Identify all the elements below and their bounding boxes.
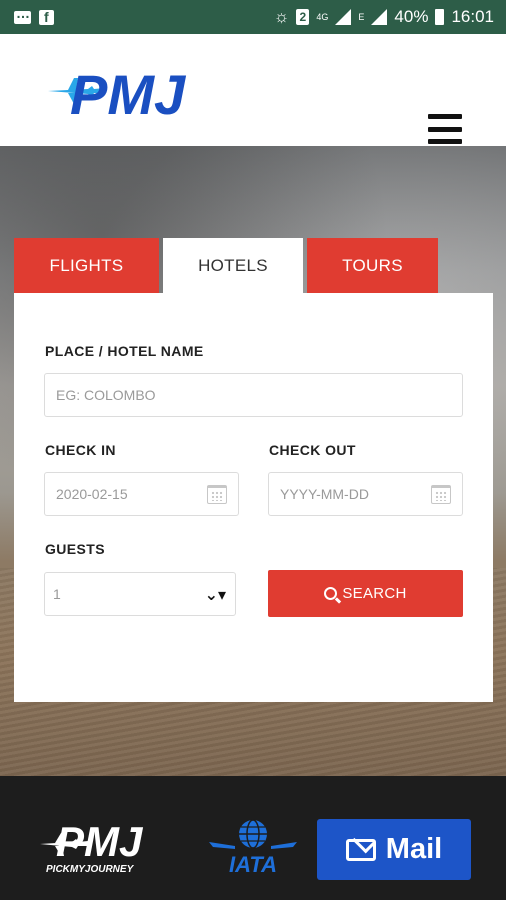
place-label: PLACE / HOTEL NAME [45,343,204,359]
mail-button[interactable]: Mail [317,819,471,880]
chat-notification-icon [14,5,31,24]
tab-flights-label: FLIGHTS [49,256,124,275]
pickmyjourney-logo[interactable]: PMJ PICKMYJOURNEY [40,814,160,874]
iata-logo: IATA [209,819,297,876]
guests-select[interactable]: 1 ⌄▾ [44,572,236,616]
battery-percent: 40% [394,7,429,26]
search-button-label: SEARCH [342,585,407,602]
checkin-value: 2020-02-15 [56,486,128,502]
battery-icon [435,9,445,25]
menu-icon[interactable] [428,114,462,144]
clock: 16:01 [451,7,494,26]
tab-tours[interactable]: TOURS [307,238,438,294]
roaming-label: E [358,12,365,22]
signal-strength-icon-2 [371,9,388,25]
tab-hotels[interactable]: HOTELS [163,238,303,294]
network-type-label: 4G [316,12,329,22]
calendar-icon[interactable] [431,485,451,504]
svg-text:PMJ: PMJ [70,63,187,124]
sim-icon: 2 [296,9,310,25]
checkout-placeholder: YYYY-MM-DD [280,486,369,502]
site-footer: PMJ PICKMYJOURNEY IATA Mail [0,776,506,900]
guests-label: GUESTS [45,541,105,557]
envelope-icon [345,838,376,861]
hotel-search-form: PLACE / HOTEL NAME EG: COLOMBO CHECK IN … [14,293,493,702]
signal-strength-icon [335,9,352,25]
wifi-calling-icon: ☼ [273,7,290,26]
search-button[interactable]: SEARCH [268,570,463,617]
pmj-logo[interactable]: PMJ [48,60,188,124]
tab-hotels-label: HOTELS [198,256,268,275]
facebook-notification-icon [39,9,54,25]
globe-icon [239,819,267,849]
chevron-down-icon: ⌄▾ [204,587,226,604]
place-placeholder: EG: COLOMBO [56,387,156,403]
svg-text:IATA: IATA [229,852,277,876]
place-input[interactable]: EG: COLOMBO [44,373,463,417]
svg-text:PMJ: PMJ [56,818,144,865]
search-icon [324,587,338,600]
checkout-date-input[interactable]: YYYY-MM-DD [268,472,463,516]
checkout-label: CHECK OUT [269,442,356,458]
tab-tours-label: TOURS [342,256,403,275]
status-bar: ☼ 2 4G E 40% 16:01 [0,0,506,34]
guests-value: 1 [53,586,61,602]
tab-flights[interactable]: FLIGHTS [14,238,159,294]
checkin-date-input[interactable]: 2020-02-15 [44,472,239,516]
calendar-icon[interactable] [207,485,227,504]
checkin-label: CHECK IN [45,442,116,458]
mail-button-label: Mail [385,833,443,865]
svg-text:PICKMYJOURNEY: PICKMYJOURNEY [46,864,135,874]
site-header: PMJ [0,34,506,146]
